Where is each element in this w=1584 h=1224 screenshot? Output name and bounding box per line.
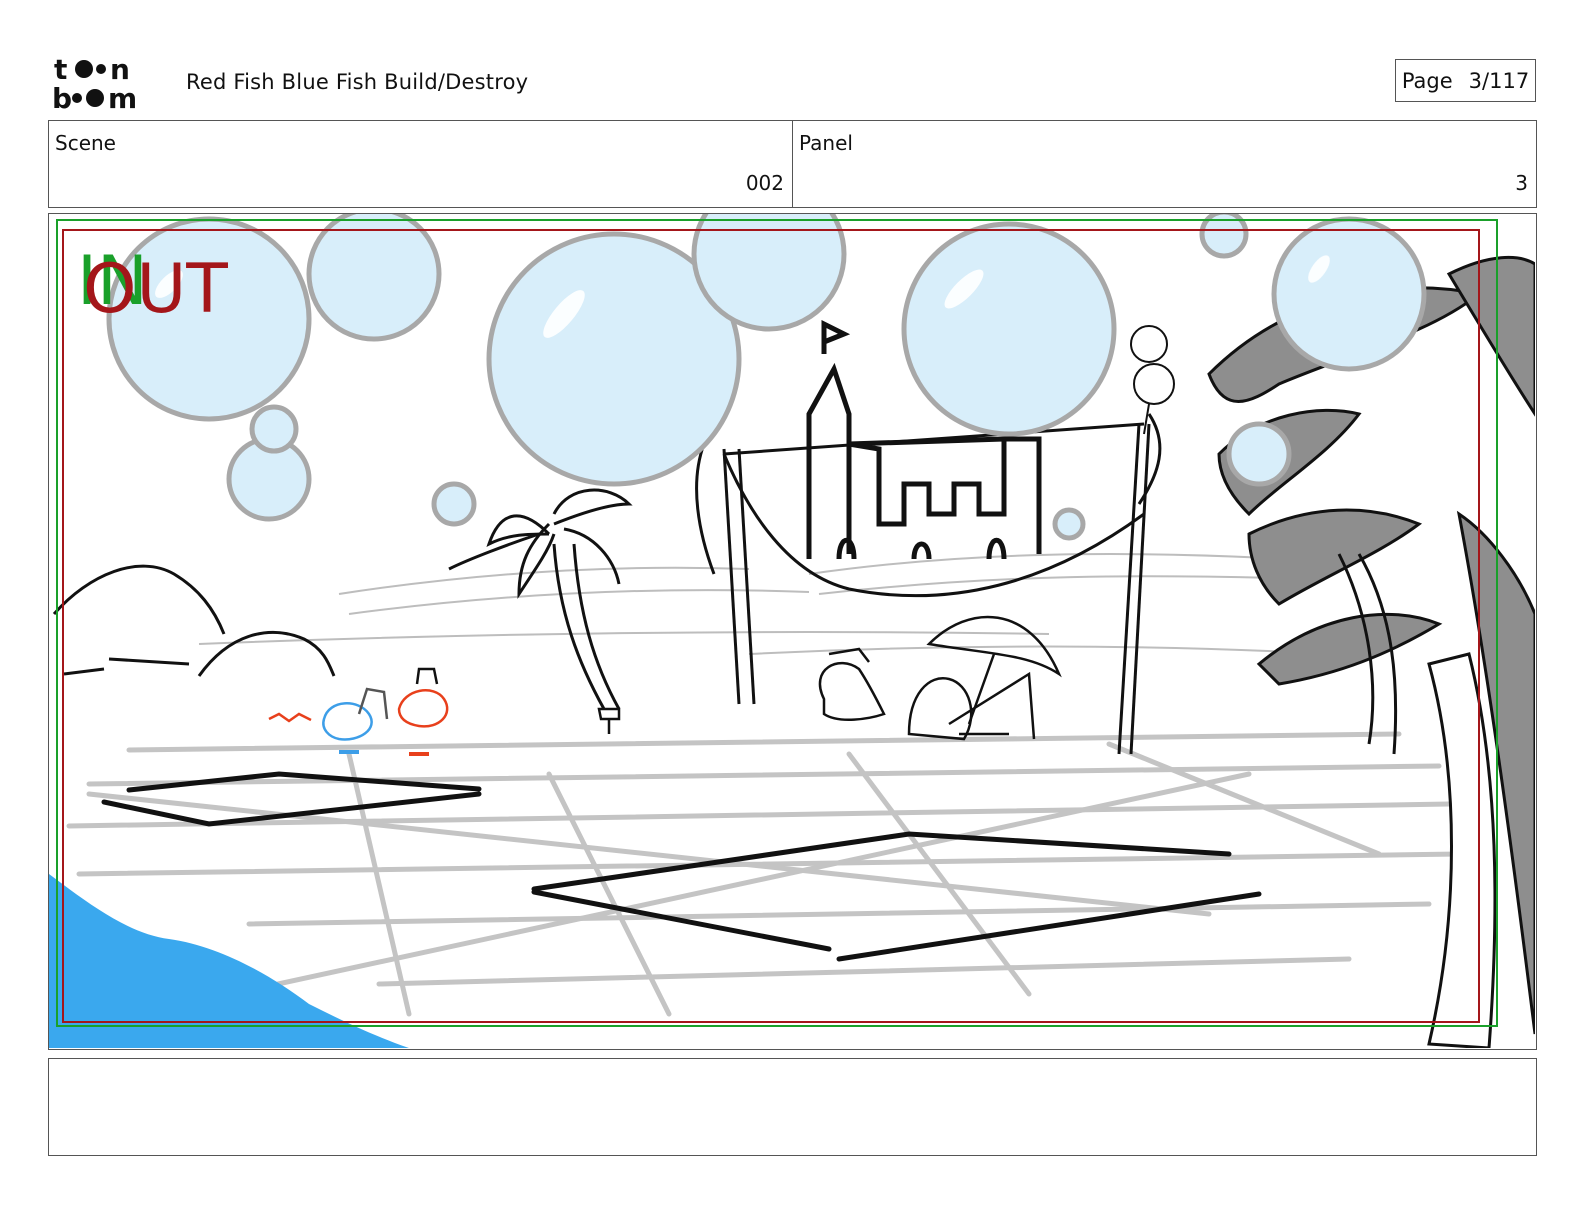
svg-text:m: m [108, 82, 137, 112]
storyboard-panel-image: IN OUT [48, 213, 1537, 1050]
out-marker: OUT [83, 250, 228, 329]
bubble [1226, 421, 1292, 487]
panel-notes-box [48, 1058, 1537, 1156]
scene-label: Scene [55, 131, 116, 155]
svg-text:b: b [52, 82, 72, 112]
page-number: 3/117 [1468, 68, 1530, 93]
scene-cell: Scene 002 [49, 121, 792, 207]
bubble [1052, 507, 1086, 541]
bubble [306, 214, 442, 342]
panel-label: Panel [799, 131, 853, 155]
page-label: Page [1401, 68, 1453, 93]
red-fish-sketch [397, 689, 449, 728]
bubble [1271, 216, 1427, 372]
panel-cell: Panel 3 [792, 121, 1536, 207]
scene-panel-info: Scene 002 Panel 3 [48, 120, 1537, 208]
bubble [249, 404, 299, 454]
panel-number: 3 [1515, 171, 1528, 195]
in-out-markers: IN OUT [77, 240, 247, 324]
bubble [431, 481, 477, 527]
storyboard-title: Red Fish Blue Fish Build/Destroy [186, 70, 529, 94]
scene-number: 002 [745, 171, 784, 195]
beach-sketch-drawing [49, 214, 1535, 1048]
page-indicator: Page 3/117 [1395, 59, 1536, 102]
bubble [901, 221, 1117, 437]
blue-fish-sketch [322, 702, 373, 741]
toon-boom-logo: t n b m [52, 53, 137, 112]
